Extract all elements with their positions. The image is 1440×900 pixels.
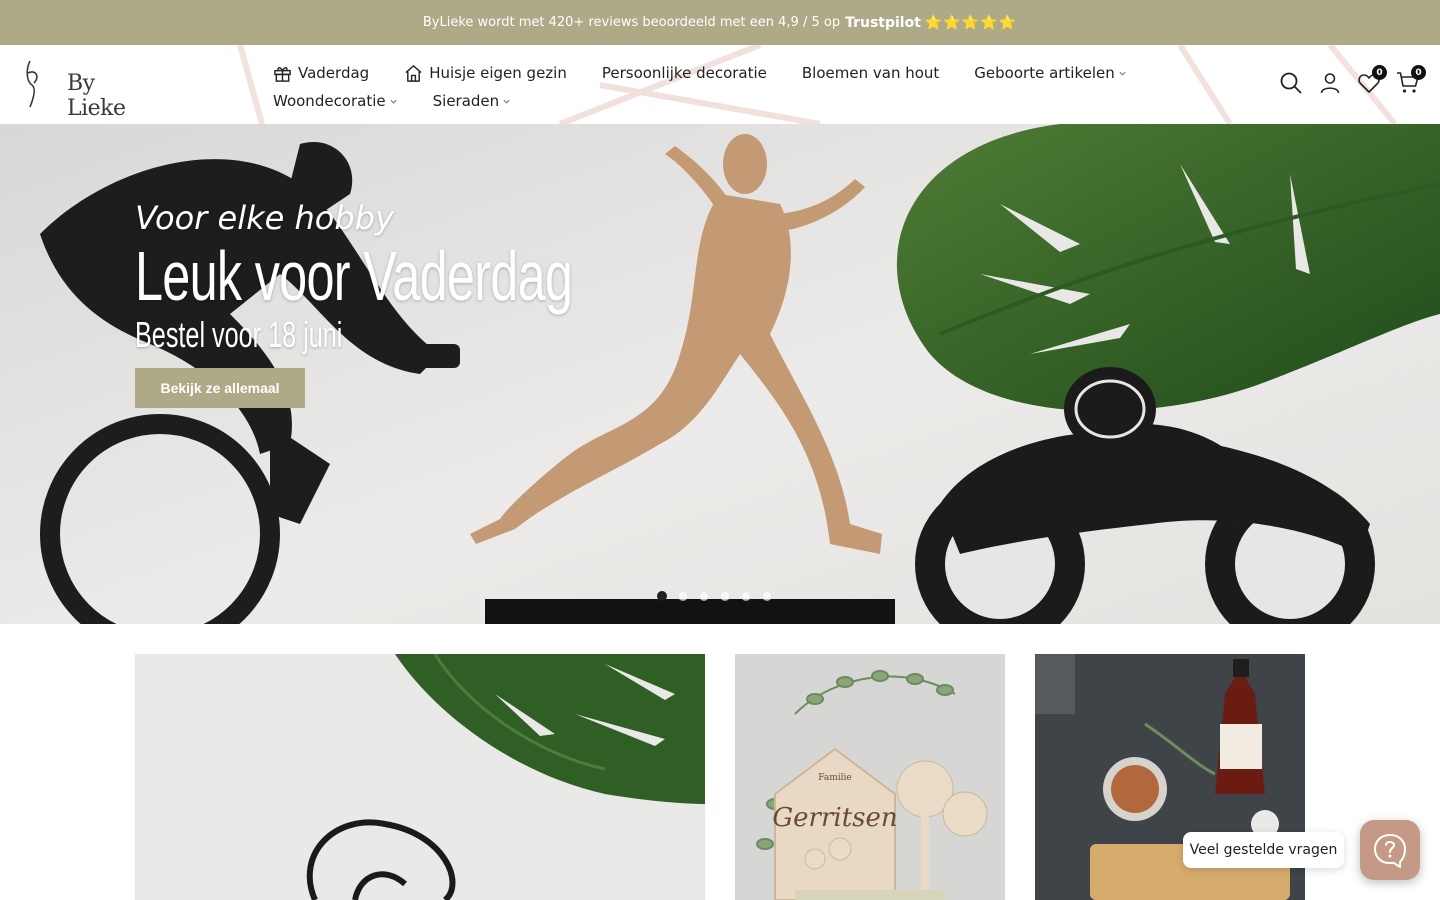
hero-subtitle: Voor elke hobby bbox=[135, 199, 394, 237]
slider-dot[interactable] bbox=[699, 591, 709, 601]
announcement-text: ByLieke wordt met 420+ reviews beoordeel… bbox=[422, 15, 841, 30]
header-actions: 0 0 bbox=[1264, 65, 1426, 95]
nav-label: Bloemen van hout bbox=[801, 64, 940, 82]
slider-dots bbox=[657, 591, 783, 601]
hero-note: Bestel voor 18 juni bbox=[135, 314, 343, 355]
rating-stars: ⭐⭐⭐⭐⭐ bbox=[924, 14, 1018, 31]
collection-image bbox=[135, 654, 705, 900]
collection-image: Familie Gerritsen bbox=[735, 654, 1005, 900]
nav-label: Persoonlijke decoratie bbox=[601, 64, 767, 82]
account-icon bbox=[1320, 73, 1340, 94]
nav-label: Sieraden bbox=[432, 92, 500, 110]
slider-dot[interactable] bbox=[762, 591, 772, 601]
trustpilot-link[interactable]: Trustpilot bbox=[845, 15, 921, 31]
nav-label: Vaderdag bbox=[298, 64, 370, 82]
gift-icon bbox=[274, 66, 291, 82]
site-logo[interactable]: By Lieke bbox=[24, 59, 126, 121]
nav-label: Geboorte artikelen bbox=[974, 64, 1115, 82]
chevron-down-icon bbox=[390, 99, 397, 104]
question-icon bbox=[1374, 834, 1406, 868]
nav-item-huisje[interactable]: Huisje eigen gezin bbox=[404, 64, 567, 83]
main-navigation: Vaderdag Huisje eigen gezin Persoonlijke… bbox=[273, 59, 1126, 115]
site-header: By Lieke Vaderdag Huisje eigen gezin Per… bbox=[0, 45, 1440, 124]
nav-item-woondecoratie[interactable]: Woondecoratie bbox=[273, 92, 398, 110]
announcement-bar: ByLieke wordt met 420+ reviews beoordeel… bbox=[0, 0, 1440, 45]
logo-text: By Lieke bbox=[67, 71, 126, 121]
hero-cta-button[interactable]: Bekijk ze allemaal bbox=[135, 368, 305, 408]
collection-tile[interactable] bbox=[135, 654, 705, 900]
slider-dot[interactable] bbox=[678, 591, 688, 601]
chevron-down-icon bbox=[1119, 71, 1126, 76]
search-button[interactable] bbox=[1279, 71, 1303, 95]
hero-title: Leuk voor Vaderdag bbox=[135, 237, 573, 315]
search-icon bbox=[1280, 72, 1302, 94]
nav-item-persoonlijke-decoratie[interactable]: Persoonlijke decoratie bbox=[602, 64, 767, 82]
cart-count-badge: 0 bbox=[1411, 65, 1426, 80]
svg-text:Familie: Familie bbox=[818, 773, 852, 783]
slider-dot[interactable] bbox=[657, 591, 667, 601]
nav-label: Woondecoratie bbox=[273, 92, 386, 110]
faq-tooltip[interactable]: Veel gestelde vragen bbox=[1183, 832, 1344, 868]
nav-item-bloemen[interactable]: Bloemen van hout bbox=[802, 64, 939, 82]
nav-item-sieraden[interactable]: Sieraden bbox=[433, 92, 512, 110]
cart-button[interactable]: 0 bbox=[1396, 65, 1426, 95]
nav-item-geboorte[interactable]: Geboorte artikelen bbox=[974, 64, 1126, 82]
wishlist-button[interactable]: 0 bbox=[1357, 65, 1387, 95]
chevron-down-icon bbox=[503, 99, 510, 104]
wishlist-count-badge: 0 bbox=[1372, 65, 1387, 80]
home-icon bbox=[405, 64, 422, 82]
slider-dot[interactable] bbox=[741, 591, 751, 601]
slider-dot[interactable] bbox=[720, 591, 730, 601]
collection-tile[interactable]: Familie Gerritsen bbox=[735, 654, 1005, 900]
nav-item-vaderdag[interactable]: Vaderdag bbox=[273, 64, 369, 83]
nav-label: Huisje eigen gezin bbox=[429, 64, 567, 82]
hero-banner: Voor elke hobby Leuk voor Vaderdag Beste… bbox=[0, 124, 1440, 624]
help-button[interactable] bbox=[1360, 820, 1420, 880]
svg-text:Gerritsen: Gerritsen bbox=[772, 803, 897, 833]
account-button[interactable] bbox=[1318, 71, 1342, 95]
